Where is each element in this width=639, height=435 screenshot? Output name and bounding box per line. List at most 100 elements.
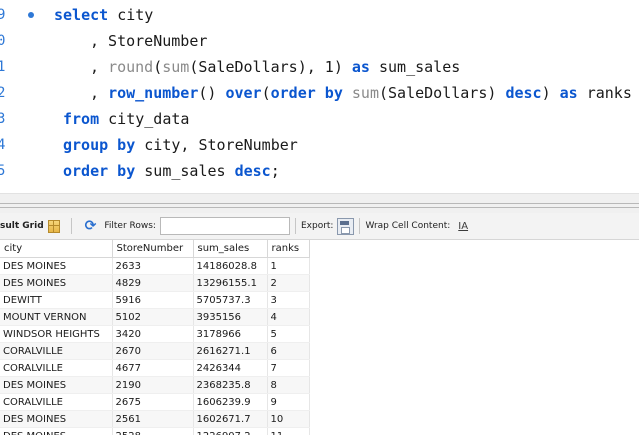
table-row[interactable]: DES MOINES 2561 1602671.7 10	[0, 410, 310, 428]
code-text: order by sum_sales desc;	[63, 162, 280, 180]
wrap-cell-group: Wrap Cell Content: IA	[365, 213, 468, 239]
export-icon[interactable]	[337, 217, 355, 235]
column-header-sum-sales[interactable]: sum_sales	[193, 240, 268, 258]
cell-ranks[interactable]: 1	[267, 257, 310, 275]
toolbar-divider	[359, 218, 361, 234]
code-text: , round(sum(SaleDollars), 1) as sum_sale…	[90, 58, 461, 76]
result-grid-icon	[47, 219, 60, 233]
cell-sum-sales[interactable]: 3935156	[193, 308, 268, 326]
column-header-ranks[interactable]: ranks	[267, 240, 310, 258]
cell-storenumber[interactable]: 2633	[112, 257, 194, 275]
result-grid[interactable]: city StoreNumber sum_sales ranks DES MOI…	[0, 240, 639, 435]
cell-storenumber[interactable]: 3420	[112, 325, 194, 343]
cell-city[interactable]: DES MOINES	[0, 410, 113, 428]
cell-city[interactable]: MOUNT VERNON	[0, 308, 113, 326]
cell-sum-sales[interactable]: 13296155.1	[193, 274, 268, 292]
column-header-city[interactable]: city	[0, 240, 113, 258]
cell-ranks[interactable]: 3	[267, 291, 310, 309]
cell-storenumber[interactable]: 2561	[112, 410, 194, 428]
refresh-icon[interactable]: ⟳	[85, 218, 97, 234]
cell-storenumber[interactable]: 4677	[112, 359, 194, 377]
cell-city[interactable]: DES MOINES	[0, 257, 113, 275]
toolbar-divider	[70, 218, 72, 234]
cell-sum-sales[interactable]: 1602671.7	[193, 410, 268, 428]
cell-ranks[interactable]: 8	[267, 376, 310, 394]
cell-sum-sales[interactable]: 1226907.2	[193, 427, 268, 435]
line-number: 9	[0, 7, 6, 23]
cell-ranks[interactable]: 9	[267, 393, 310, 411]
result-table: city StoreNumber sum_sales ranks DES MOI…	[0, 240, 310, 435]
cell-storenumber[interactable]: 2670	[112, 342, 194, 360]
wrap-cell-label: Wrap Cell Content:	[365, 221, 451, 231]
result-grid-tab[interactable]: sult Grid	[0, 213, 66, 239]
line-number: 0	[0, 33, 6, 49]
code-text: group by city, StoreNumber	[63, 136, 298, 154]
table-row[interactable]: DES MOINES 2633 14186028.8 1	[0, 257, 310, 275]
cell-sum-sales[interactable]: 3178966	[193, 325, 268, 343]
cell-storenumber[interactable]: 2190	[112, 376, 194, 394]
toolbar-divider	[294, 218, 296, 234]
code-text: , row_number() over(order by sum(SaleDol…	[90, 84, 632, 102]
cell-city[interactable]: DES MOINES	[0, 376, 113, 394]
table-row[interactable]: DES MOINES 4829 13296155.1 2	[0, 274, 310, 292]
code-line-11[interactable]: 1 , round(sum(SaleDollars), 1) as sum_sa…	[0, 54, 639, 80]
cell-city[interactable]: DEWITT	[0, 291, 113, 309]
code-text: , StoreNumber	[90, 32, 208, 50]
cell-ranks[interactable]: 10	[267, 410, 310, 428]
cell-ranks[interactable]: 2	[267, 274, 310, 292]
code-line-9[interactable]: 9 select city	[0, 2, 639, 28]
filter-rows-input[interactable]	[159, 217, 290, 235]
wrap-text-icon[interactable]: IA	[458, 221, 468, 232]
column-header-storenumber[interactable]: StoreNumber	[112, 240, 194, 258]
code-line-10[interactable]: 0 , StoreNumber	[0, 28, 639, 54]
cell-sum-sales[interactable]: 2616271.1	[193, 342, 268, 360]
cell-storenumber[interactable]: 2675	[112, 393, 194, 411]
cell-sum-sales[interactable]: 2426344	[193, 359, 268, 377]
cell-ranks[interactable]: 11	[267, 427, 310, 435]
header-row: city StoreNumber sum_sales ranks	[0, 240, 310, 258]
cell-city[interactable]: DES MOINES	[0, 427, 113, 435]
cell-ranks[interactable]: 4	[267, 308, 310, 326]
table-row[interactable]: CORALVILLE 4677 2426344 7	[0, 359, 310, 377]
cell-ranks[interactable]: 5	[267, 325, 310, 343]
code-line-13[interactable]: 3 from city_data	[0, 106, 639, 132]
cell-sum-sales[interactable]: 14186028.8	[193, 257, 268, 275]
table-row[interactable]: DEWITT 5916 5705737.3 3	[0, 291, 310, 309]
code-text: select city	[54, 6, 154, 24]
line-number: 2	[0, 85, 6, 101]
line-number: 3	[0, 111, 6, 127]
cell-sum-sales[interactable]: 5705737.3	[193, 291, 268, 309]
sql-editor[interactable]: 9 select city 0 , StoreNumber 1 , round(…	[0, 0, 639, 193]
cell-city[interactable]: WINDSOR HEIGHTS	[0, 325, 113, 343]
cell-city[interactable]: CORALVILLE	[0, 342, 113, 360]
table-row[interactable]: DES MOINES 2190 2368235.8 8	[0, 376, 310, 394]
cell-city[interactable]: CORALVILLE	[0, 393, 113, 411]
splitter-grip-line	[0, 207, 639, 208]
table-row[interactable]: MOUNT VERNON 5102 3935156 4	[0, 308, 310, 326]
code-line-15[interactable]: 5 order by sum_sales desc;	[0, 158, 639, 184]
cell-storenumber[interactable]: 2528	[112, 427, 194, 435]
cell-sum-sales[interactable]: 2368235.8	[193, 376, 268, 394]
table-row[interactable]: CORALVILLE 2675 1606239.9 9	[0, 393, 310, 411]
cell-city[interactable]: DES MOINES	[0, 274, 113, 292]
code-line-12[interactable]: 2 , row_number() over(order by sum(SaleD…	[0, 80, 639, 106]
panel-splitter[interactable]	[0, 193, 639, 214]
code-line-14[interactable]: 4 group by city, StoreNumber	[0, 132, 639, 158]
filter-rows-label: Filter Rows:	[104, 221, 156, 231]
result-toolbar: sult Grid ⟳ Filter Rows: Export: Wrap Ce…	[0, 213, 639, 240]
cell-storenumber[interactable]: 5102	[112, 308, 194, 326]
cell-ranks[interactable]: 7	[267, 359, 310, 377]
line-number: 1	[0, 59, 6, 75]
code-text: from city_data	[63, 110, 190, 128]
table-row[interactable]: DES MOINES25281226907.211	[0, 427, 310, 435]
cell-city[interactable]: CORALVILLE	[0, 359, 113, 377]
export-group: Export:	[301, 213, 355, 239]
cell-sum-sales[interactable]: 1606239.9	[193, 393, 268, 411]
export-label: Export:	[300, 221, 334, 231]
filter-rows-group: Filter Rows:	[104, 213, 290, 239]
cell-storenumber[interactable]: 4829	[112, 274, 194, 292]
table-row[interactable]: WINDSOR HEIGHTS 3420 3178966 5	[0, 325, 310, 343]
table-row[interactable]: CORALVILLE 2670 2616271.1 6	[0, 342, 310, 360]
cell-storenumber[interactable]: 5916	[112, 291, 194, 309]
cell-ranks[interactable]: 6	[267, 342, 310, 360]
